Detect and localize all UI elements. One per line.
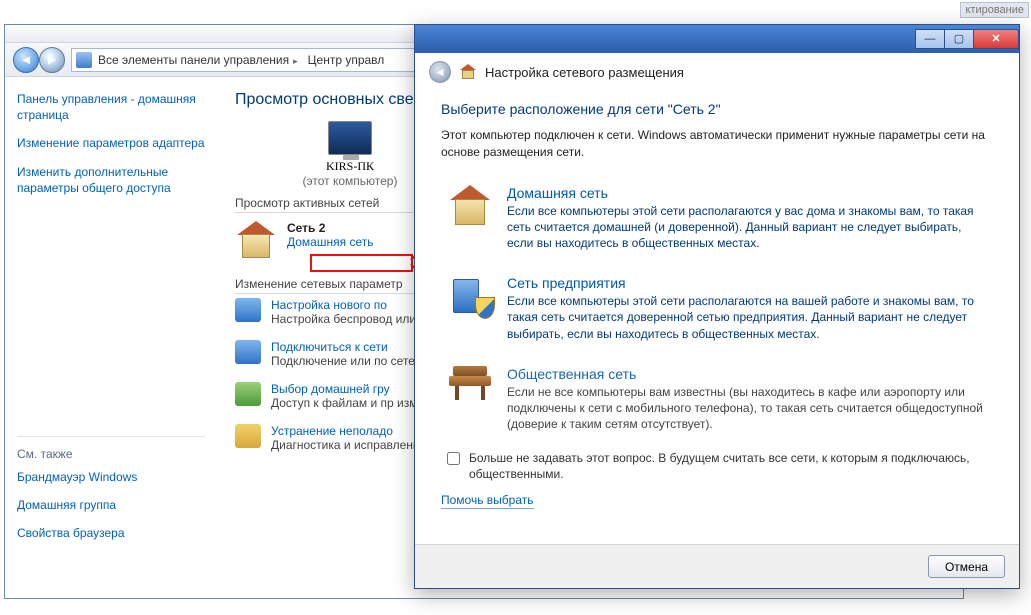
dialog-title: Выберите расположение для сети "Сеть 2" bbox=[441, 101, 993, 117]
dialog-titlebar[interactable]: — ▢ ✕ bbox=[415, 25, 1019, 53]
sidebar-firewall-link[interactable]: Брандмауэр Windows bbox=[17, 469, 205, 485]
option-public-title: Общественная сеть bbox=[507, 366, 987, 382]
home-network-icon bbox=[235, 221, 277, 259]
computer-sublabel: (этот компьютер) bbox=[275, 174, 425, 188]
homegroup-icon bbox=[235, 382, 261, 406]
breadcrumb-current[interactable]: Центр управл bbox=[308, 53, 385, 67]
sidebar-sharing-link[interactable]: Изменить дополнительные параметры общего… bbox=[17, 164, 205, 196]
treat-as-public-checkbox[interactable] bbox=[447, 452, 460, 465]
sidebar-browser-link[interactable]: Свойства браузера bbox=[17, 525, 205, 541]
option-public-network[interactable]: Общественная сеть Если не все компьютеры… bbox=[441, 354, 993, 445]
homegroup-link[interactable]: Выбор домашней гру bbox=[271, 382, 390, 396]
computer-name: KIRS-ПК bbox=[275, 159, 425, 174]
troubleshoot-icon bbox=[235, 424, 261, 448]
nav-back-button[interactable]: ◄ bbox=[13, 47, 39, 73]
new-connection-link[interactable]: Настройка нового по bbox=[271, 298, 387, 312]
dialog-close-button[interactable]: ✕ bbox=[973, 29, 1019, 49]
network-name: Сеть 2 bbox=[287, 221, 373, 235]
option-work-desc: Если все компьютеры этой сети располагаю… bbox=[507, 293, 987, 342]
dialog-footer: Отмена bbox=[415, 544, 1019, 588]
nav-forward-button[interactable]: ► bbox=[39, 47, 65, 73]
option-home-desc: Если все компьютеры этой сети располагаю… bbox=[507, 203, 987, 252]
dialog-header-title: Настройка сетевого размещения bbox=[485, 65, 684, 80]
network-location-dialog: — ▢ ✕ ◄ Настройка сетевого размещения Вы… bbox=[414, 24, 1020, 589]
control-panel-icon bbox=[76, 52, 92, 68]
see-also-label: См. также bbox=[17, 447, 205, 461]
background-window-fragment: ктирование bbox=[960, 2, 1029, 18]
option-work-title: Сеть предприятия bbox=[507, 275, 987, 291]
dialog-maximize-button[interactable]: ▢ bbox=[944, 29, 974, 49]
sidebar-home-link[interactable]: Панель управления - домашняя страница bbox=[17, 91, 205, 123]
network-type-link[interactable]: Домашняя сеть bbox=[287, 235, 373, 249]
work-network-icon bbox=[447, 275, 493, 317]
new-connection-icon bbox=[235, 298, 261, 322]
treat-as-public-label: Больше не задавать этот вопрос. В будуще… bbox=[469, 450, 991, 482]
sidebar: Панель управления - домашняя страница Из… bbox=[5, 77, 217, 598]
dialog-intro-text: Этот компьютер подключен к сети. Windows… bbox=[441, 127, 993, 161]
option-public-desc: Если не все компьютеры вам известны (вы … bbox=[507, 384, 987, 433]
computer-icon bbox=[328, 121, 372, 155]
help-choose-link[interactable]: Помочь выбрать bbox=[441, 493, 534, 509]
breadcrumb-root[interactable]: Все элементы панели управления bbox=[98, 53, 302, 67]
home-network-icon bbox=[447, 185, 493, 227]
connect-network-link[interactable]: Подключиться к сети bbox=[271, 340, 388, 354]
cancel-button[interactable]: Отмена bbox=[928, 555, 1005, 578]
option-home-network[interactable]: Домашняя сеть Если все компьютеры этой с… bbox=[441, 173, 993, 264]
option-home-title: Домашняя сеть bbox=[507, 185, 987, 201]
dialog-minimize-button[interactable]: — bbox=[915, 29, 945, 49]
public-network-icon bbox=[447, 366, 493, 408]
dialog-back-button[interactable]: ◄ bbox=[429, 61, 451, 83]
option-work-network[interactable]: Сеть предприятия Если все компьютеры это… bbox=[441, 263, 993, 354]
connect-network-icon bbox=[235, 340, 261, 364]
dialog-header-icon bbox=[459, 64, 477, 80]
sidebar-adapter-link[interactable]: Изменение параметров адаптера bbox=[17, 135, 205, 151]
sidebar-homegroup-link[interactable]: Домашняя группа bbox=[17, 497, 205, 513]
troubleshoot-link[interactable]: Устранение неполадо bbox=[271, 424, 393, 438]
